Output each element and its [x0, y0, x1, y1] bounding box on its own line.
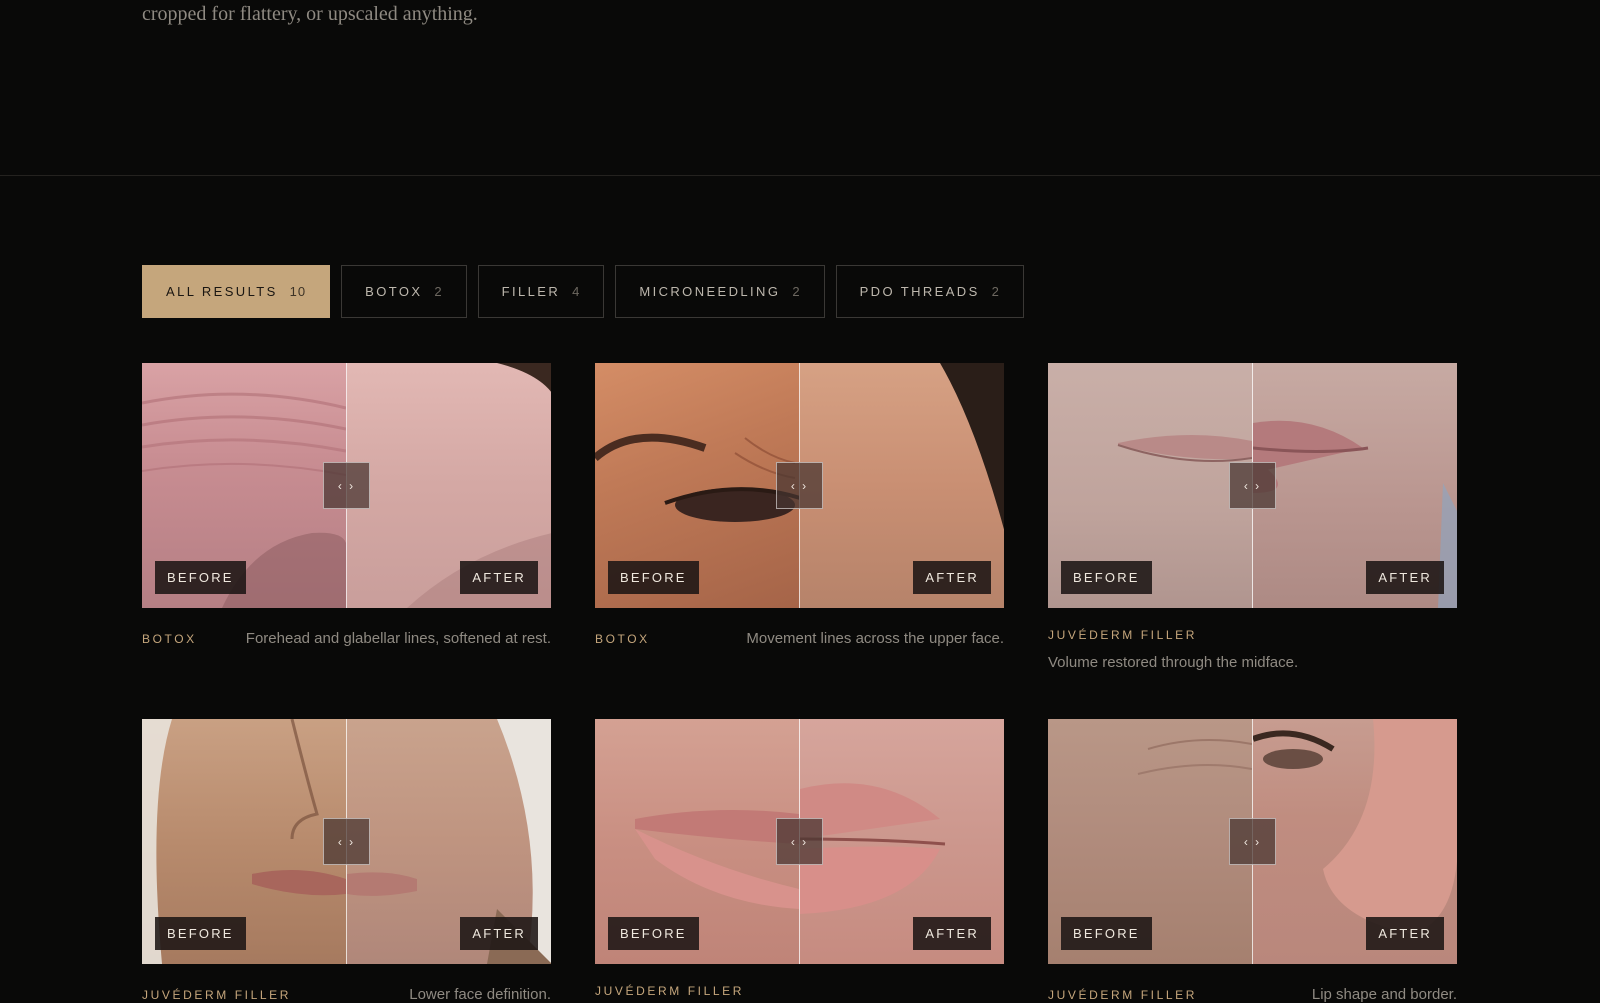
filter-botox[interactable]: BOTOX 2: [341, 265, 467, 318]
card-category: BOTOX: [142, 632, 197, 646]
card-category: BOTOX: [595, 632, 650, 646]
drag-handle[interactable]: ‹ ›: [776, 462, 823, 509]
card-description: Volume restored through the midface.: [1048, 654, 1299, 671]
card-caption: BOTOX Forehead and glabellar lines, soft…: [142, 630, 551, 647]
before-label: BEFORE: [608, 561, 699, 594]
card-description: Movement lines across the upper face.: [746, 630, 1004, 647]
before-after-slider[interactable]: ‹ › BEFORE AFTER: [1048, 719, 1457, 964]
result-card: ‹ › BEFORE AFTER BOTOX Movement lines ac…: [595, 363, 1004, 647]
after-label: AFTER: [913, 917, 991, 950]
before-after-slider[interactable]: ‹ › BEFORE AFTER: [595, 719, 1004, 964]
drag-handle[interactable]: ‹ ›: [776, 818, 823, 865]
before-after-slider[interactable]: ‹ › BEFORE AFTER: [1048, 363, 1457, 608]
filter-microneedling[interactable]: MICRONEEDLING 2: [615, 265, 825, 318]
before-after-slider[interactable]: ‹ › BEFORE AFTER: [595, 363, 1004, 608]
card-caption: JUVÉDERM FILLER Volume restored through …: [1048, 628, 1457, 671]
after-label: AFTER: [1366, 561, 1444, 594]
filter-count: 10: [289, 284, 307, 299]
filter-count: 2: [434, 284, 443, 299]
before-label: BEFORE: [608, 917, 699, 950]
before-label: BEFORE: [155, 561, 246, 594]
before-after-slider[interactable]: ‹ › BEFORE AFTER: [142, 719, 551, 964]
drag-handle[interactable]: ‹ ›: [1229, 462, 1276, 509]
drag-handle[interactable]: ‹ ›: [323, 818, 370, 865]
after-label: AFTER: [460, 917, 538, 950]
after-label: AFTER: [913, 561, 991, 594]
filter-label: FILLER: [501, 284, 561, 299]
drag-handle[interactable]: ‹ ›: [1229, 818, 1276, 865]
filter-pdo-threads[interactable]: PDO THREADS 2: [835, 265, 1024, 318]
filter-label: ALL RESULTS: [166, 284, 278, 299]
before-label: BEFORE: [155, 917, 246, 950]
filter-count: 2: [792, 284, 801, 299]
after-label: AFTER: [460, 561, 538, 594]
filter-label: BOTOX: [365, 284, 423, 299]
card-caption: BOTOX Movement lines across the upper fa…: [595, 630, 1004, 647]
card-description: Lip shape and border.: [1311, 986, 1457, 1003]
result-card: ‹ › BEFORE AFTER JUVÉDERM FILLER: [595, 719, 1004, 998]
result-card: ‹ › BEFORE AFTER JUVÉDERM FILLER Lip sha…: [1048, 719, 1457, 1003]
result-card: ‹ › BEFORE AFTER JUVÉDERM FILLER Volume …: [1048, 363, 1457, 671]
filter-label: PDO THREADS: [859, 284, 980, 299]
intro-text: cropped for flattery, or upscaled anythi…: [142, 3, 478, 25]
card-description: Forehead and glabellar lines, softened a…: [245, 630, 551, 647]
card-caption: JUVÉDERM FILLER: [595, 984, 1004, 998]
section-divider: [0, 175, 1600, 176]
drag-handle[interactable]: ‹ ›: [323, 462, 370, 509]
card-category: JUVÉDERM FILLER: [1048, 628, 1198, 642]
filter-label: MICRONEEDLING: [639, 284, 781, 299]
filter-bar: ALL RESULTS 10 BOTOX 2 FILLER 4 MICRONEE…: [142, 265, 1024, 318]
before-after-slider[interactable]: ‹ › BEFORE AFTER: [142, 363, 551, 608]
result-card: ‹ › BEFORE AFTER JUVÉDERM FILLER Lower f…: [142, 719, 551, 1003]
filter-all-results[interactable]: ALL RESULTS 10: [142, 265, 331, 318]
before-label: BEFORE: [1061, 917, 1152, 950]
card-caption: JUVÉDERM FILLER Lip shape and border.: [1048, 986, 1457, 1003]
before-label: BEFORE: [1061, 561, 1152, 594]
card-description: Lower face definition.: [409, 986, 551, 1003]
filter-count: 4: [572, 284, 581, 299]
after-label: AFTER: [1366, 917, 1444, 950]
card-category: JUVÉDERM FILLER: [595, 984, 745, 998]
result-card: ‹ › BEFORE AFTER BOTOX Forehead and glab…: [142, 363, 551, 647]
card-caption: JUVÉDERM FILLER Lower face definition.: [142, 986, 551, 1003]
filter-filler[interactable]: FILLER 4: [477, 265, 605, 318]
filter-count: 2: [991, 284, 1000, 299]
